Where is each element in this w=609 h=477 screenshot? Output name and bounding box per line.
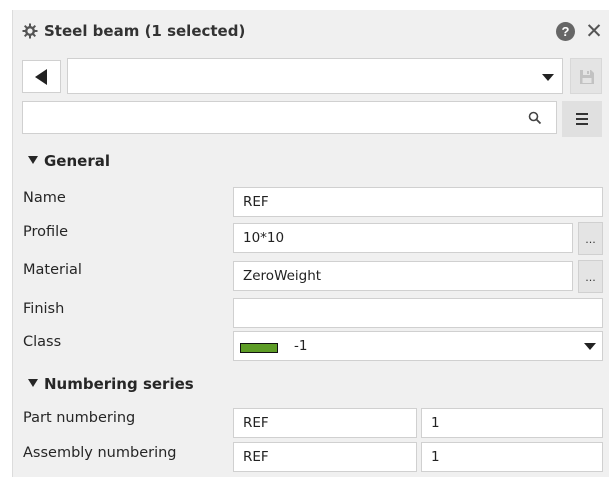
name-label: Name [23,190,66,206]
help-icon[interactable]: ? [556,22,575,41]
search-icon[interactable] [528,111,542,125]
assembly-prefix-field[interactable]: REF [233,442,417,472]
section-title-general: General [44,152,110,170]
part-numbering-label: Part numbering [23,410,136,426]
options-menu-button[interactable] [562,101,602,137]
name-field[interactable]: REF [233,187,603,217]
section-title-numbering-series: Numbering series [44,375,194,393]
search-input[interactable] [22,101,557,134]
material-label: Material [23,262,82,278]
panel-header: Steel beam (1 selected) ? ✕ [13,10,609,54]
chevron-down-icon [542,74,554,81]
close-icon[interactable]: ✕ [584,18,604,44]
material-field[interactable]: ZeroWeight [233,261,573,291]
section-header-numbering-series[interactable]: Numbering series [28,373,194,395]
back-arrow-icon [35,69,47,85]
class-dropdown[interactable]: -1 [233,331,603,361]
save-icon [580,70,594,84]
save-preset-button[interactable] [570,58,602,94]
finish-field[interactable] [233,298,603,328]
chevron-down-icon [584,343,596,350]
assembly-start-number-field[interactable]: 1 [421,442,603,472]
profile-label: Profile [23,224,69,240]
part-prefix-field[interactable]: REF [233,408,417,438]
preset-dropdown[interactable] [67,58,563,94]
gear-icon [22,23,38,39]
material-browse-button[interactable]: ... [578,260,603,293]
collapse-arrow-icon [28,156,38,164]
class-label: Class [23,334,62,350]
class-color-swatch [240,343,278,353]
profile-field[interactable]: 10*10 [233,223,573,253]
back-button[interactable] [22,60,61,93]
class-value: -1 [294,338,308,354]
assembly-numbering-label: Assembly numbering [23,445,177,461]
section-header-general[interactable]: General [28,150,110,172]
finish-label: Finish [23,301,65,317]
collapse-arrow-icon [28,379,38,387]
panel-title: Steel beam (1 selected) [44,22,246,40]
profile-browse-button[interactable]: ... [578,222,603,255]
properties-panel: Steel beam (1 selected) ? ✕ General Name [12,10,609,477]
part-start-number-field[interactable]: 1 [421,408,603,438]
